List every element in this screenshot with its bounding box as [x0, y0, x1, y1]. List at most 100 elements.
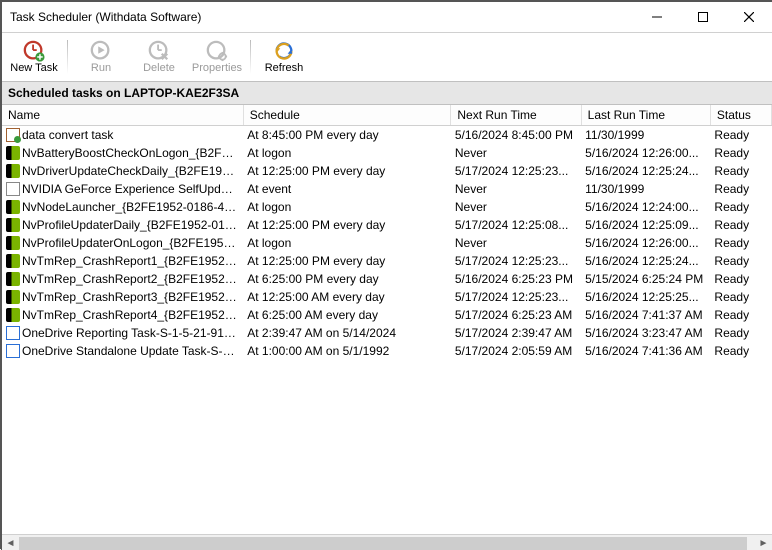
window-title: Task Scheduler (Withdata Software): [2, 10, 634, 24]
table-row[interactable]: NvNodeLauncher_{B2FE1952-0186-46C3-...At…: [2, 198, 772, 216]
cell-status: Ready: [710, 324, 771, 342]
table-row[interactable]: NvTmRep_CrashReport4_{B2FE1952-018...At …: [2, 306, 772, 324]
properties-button[interactable]: Properties: [189, 36, 245, 78]
cell-schedule: At logon: [243, 234, 451, 252]
cell-schedule: At 1:00:00 AM on 5/1/1992: [243, 342, 451, 360]
refresh-button[interactable]: Refresh: [256, 36, 312, 78]
task-grid[interactable]: Name Schedule Next Run Time Last Run Tim…: [2, 105, 772, 534]
toolbar-separator: [250, 40, 251, 74]
cell-schedule: At 12:25:00 PM every day: [243, 252, 451, 270]
task-name: NvTmRep_CrashReport4_{B2FE1952-018...: [22, 308, 243, 322]
delete-label: Delete: [143, 62, 175, 74]
table-row[interactable]: NvTmRep_CrashReport3_{B2FE1952-018...At …: [2, 288, 772, 306]
table-row[interactable]: NvProfileUpdaterOnLogon_{B2FE1952-01...A…: [2, 234, 772, 252]
minimize-icon: [652, 12, 662, 22]
maximize-icon: [698, 12, 708, 22]
cell-last: 5/16/2024 12:25:09...: [581, 216, 710, 234]
nv-icon: [6, 218, 20, 232]
scroll-track[interactable]: [19, 535, 755, 550]
cell-last: 5/15/2024 6:25:24 PM: [581, 270, 710, 288]
task-name: NVIDIA GeForce Experience SelfUpdate_{..…: [22, 182, 243, 196]
cell-schedule: At logon: [243, 144, 451, 162]
toolbar: New Task Run Delete Properties: [2, 33, 772, 82]
task-name: NvBatteryBoostCheckOnLogon_{B2FE195...: [22, 146, 243, 160]
task-name: NvProfileUpdaterOnLogon_{B2FE1952-01...: [22, 236, 243, 250]
cell-next: 5/16/2024 6:25:23 PM: [451, 270, 581, 288]
cell-next: 5/17/2024 12:25:23...: [451, 162, 581, 180]
cell-name: OneDrive Standalone Update Task-S-1-5-..…: [2, 342, 243, 360]
od-icon: [6, 344, 20, 358]
cell-status: Ready: [710, 162, 771, 180]
table-row[interactable]: NvTmRep_CrashReport2_{B2FE1952-018...At …: [2, 270, 772, 288]
table-row[interactable]: data convert taskAt 8:45:00 PM every day…: [2, 126, 772, 145]
close-button[interactable]: [726, 2, 772, 32]
cell-status: Ready: [710, 252, 771, 270]
refresh-label: Refresh: [265, 62, 304, 74]
od-icon: [6, 326, 20, 340]
nv-icon: [6, 164, 20, 178]
cell-schedule: At event: [243, 180, 451, 198]
header-row: Name Schedule Next Run Time Last Run Tim…: [2, 105, 772, 126]
cell-last: 5/16/2024 7:41:36 AM: [581, 342, 710, 360]
scroll-right-button[interactable]: ►: [755, 535, 772, 550]
col-next[interactable]: Next Run Time: [451, 105, 581, 126]
scroll-thumb[interactable]: [19, 537, 747, 550]
table-row[interactable]: OneDrive Reporting Task-S-1-5-21-91240..…: [2, 324, 772, 342]
title-bar: Task Scheduler (Withdata Software): [2, 2, 772, 33]
cell-next: 5/17/2024 12:25:23...: [451, 288, 581, 306]
table-row[interactable]: NVIDIA GeForce Experience SelfUpdate_{..…: [2, 180, 772, 198]
table-row[interactable]: NvProfileUpdaterDaily_{B2FE1952-0186-4..…: [2, 216, 772, 234]
window-controls: [634, 2, 772, 32]
cell-last: 5/16/2024 12:26:00...: [581, 144, 710, 162]
nv-icon: [6, 236, 20, 250]
nv-icon: [6, 254, 20, 268]
data-icon: [6, 128, 20, 142]
cell-schedule: At logon: [243, 198, 451, 216]
cell-name: NvProfileUpdaterDaily_{B2FE1952-0186-4..…: [2, 216, 243, 234]
cell-status: Ready: [710, 270, 771, 288]
cell-next: Never: [451, 234, 581, 252]
cell-next: 5/16/2024 8:45:00 PM: [451, 126, 581, 145]
table-row[interactable]: NvDriverUpdateCheckDaily_{B2FE1952-0...A…: [2, 162, 772, 180]
col-last[interactable]: Last Run Time: [581, 105, 710, 126]
horizontal-scrollbar[interactable]: ◄ ►: [2, 534, 772, 550]
cell-last: 5/16/2024 12:24:00...: [581, 198, 710, 216]
new-task-button[interactable]: New Task: [6, 36, 62, 78]
col-status[interactable]: Status: [710, 105, 771, 126]
scroll-left-button[interactable]: ◄: [2, 535, 19, 550]
cell-last: 11/30/1999: [581, 126, 710, 145]
cell-status: Ready: [710, 216, 771, 234]
cell-status: Ready: [710, 288, 771, 306]
close-icon: [744, 12, 754, 22]
table-row[interactable]: NvTmRep_CrashReport1_{B2FE1952-018...At …: [2, 252, 772, 270]
cell-status: Ready: [710, 180, 771, 198]
table-row[interactable]: OneDrive Standalone Update Task-S-1-5-..…: [2, 342, 772, 360]
nv-icon: [6, 200, 20, 214]
cell-schedule: At 8:45:00 PM every day: [243, 126, 451, 145]
minimize-button[interactable]: [634, 2, 680, 32]
cell-status: Ready: [710, 342, 771, 360]
run-icon: [90, 40, 112, 62]
cell-last: 5/16/2024 3:23:47 AM: [581, 324, 710, 342]
col-schedule[interactable]: Schedule: [243, 105, 451, 126]
cell-status: Ready: [710, 144, 771, 162]
task-name: NvDriverUpdateCheckDaily_{B2FE1952-0...: [22, 164, 243, 178]
refresh-icon: [273, 40, 295, 62]
cell-last: 5/16/2024 7:41:37 AM: [581, 306, 710, 324]
cell-schedule: At 12:25:00 PM every day: [243, 162, 451, 180]
toolbar-separator: [67, 40, 68, 74]
task-table: Name Schedule Next Run Time Last Run Tim…: [2, 105, 772, 360]
new-task-label: New Task: [10, 62, 57, 74]
maximize-button[interactable]: [680, 2, 726, 32]
task-name: NvTmRep_CrashReport1_{B2FE1952-018...: [22, 254, 243, 268]
run-button[interactable]: Run: [73, 36, 129, 78]
caption-bar: Scheduled tasks on LAPTOP-KAE2F3SA: [2, 82, 772, 105]
run-label: Run: [91, 62, 111, 74]
cell-name: OneDrive Reporting Task-S-1-5-21-91240..…: [2, 324, 243, 342]
delete-button[interactable]: Delete: [131, 36, 187, 78]
col-name[interactable]: Name: [2, 105, 243, 126]
table-row[interactable]: NvBatteryBoostCheckOnLogon_{B2FE195...At…: [2, 144, 772, 162]
cell-name: NvNodeLauncher_{B2FE1952-0186-46C3-...: [2, 198, 243, 216]
cell-status: Ready: [710, 234, 771, 252]
cell-name: NvTmRep_CrashReport1_{B2FE1952-018...: [2, 252, 243, 270]
